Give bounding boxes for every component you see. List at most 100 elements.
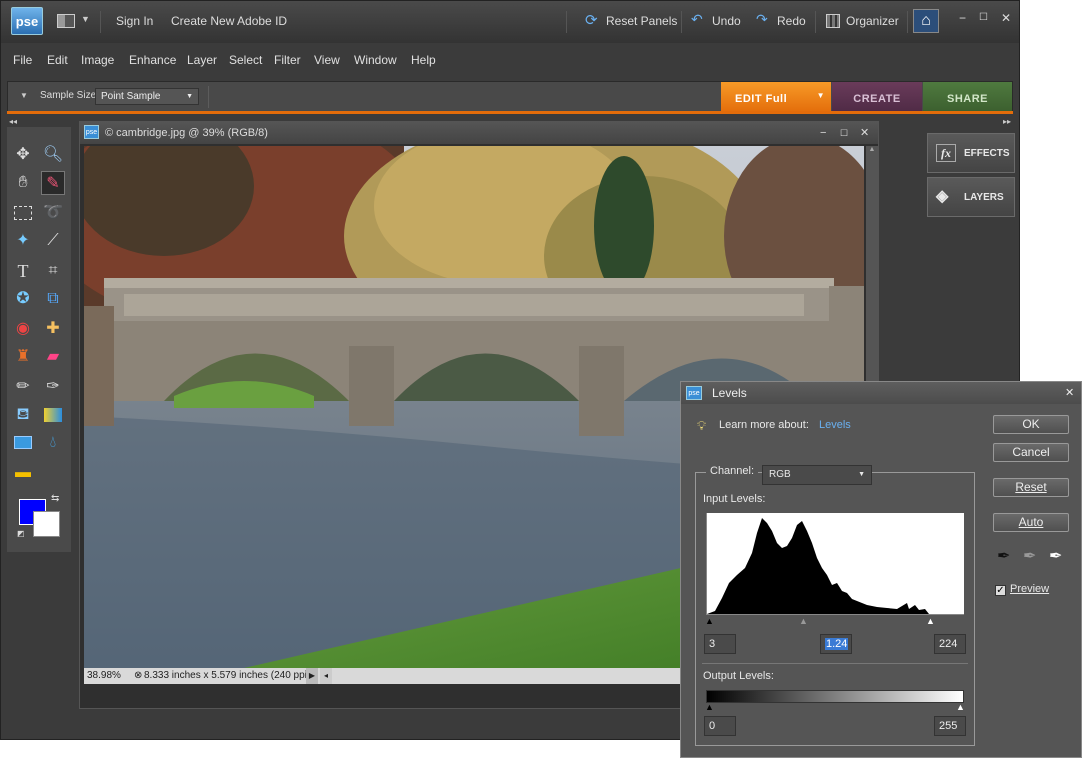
histogram [706, 513, 964, 615]
input-gamma-slider-icon[interactable]: ▲ [799, 616, 808, 626]
tab-share[interactable]: SHARE [923, 82, 1012, 113]
close-icon[interactable]: ✕ [860, 122, 869, 144]
reset-button[interactable]: Reset [993, 478, 1069, 497]
quick-selection-tool-icon[interactable]: ⟋ [41, 229, 65, 253]
output-black-slider-icon[interactable]: ▲ [705, 702, 714, 712]
recompose-tool-icon[interactable]: ⧉ [41, 287, 65, 311]
marquee-tool-icon[interactable] [11, 201, 35, 225]
organizer-button[interactable]: Organizer [846, 14, 899, 28]
zoom-readout[interactable]: 38.98% [87, 668, 121, 684]
gradient-tool-icon[interactable] [41, 403, 65, 427]
menu-view[interactable]: View [314, 53, 340, 67]
options-menu-icon[interactable]: ▼ [20, 91, 28, 100]
preview-checkbox[interactable]: ✓ [995, 585, 1006, 596]
menu-bar: File Edit Image Enhance Layer Select Fil… [1, 43, 1019, 79]
white-point-eyedropper-icon[interactable]: ✒ [1049, 546, 1062, 566]
organizer-icon[interactable] [826, 14, 840, 28]
levels-help-link[interactable]: Levels [819, 419, 851, 431]
menu-layer[interactable]: Layer [187, 53, 217, 67]
reset-panels-icon[interactable]: ⟳ [585, 11, 598, 29]
cookie-cutter-tool-icon[interactable]: ✪ [11, 287, 35, 311]
ok-button[interactable]: OK [993, 415, 1069, 434]
default-colors-icon[interactable]: ◩ [17, 529, 25, 538]
undo-button[interactable]: Undo [712, 14, 741, 28]
menu-help[interactable]: Help [411, 53, 436, 67]
chevron-down-icon: ▼ [186, 93, 193, 100]
lasso-tool-icon[interactable]: ➰ [41, 201, 65, 225]
input-black-field[interactable]: 3 [704, 634, 736, 654]
move-tool-icon[interactable]: ✥ [11, 143, 35, 167]
channel-select[interactable]: RGB ▼ [762, 465, 872, 485]
channel-label: Channel: [706, 465, 759, 477]
paint-bucket-tool-icon[interactable]: ⛾ [11, 403, 35, 427]
cancel-button[interactable]: Cancel [993, 443, 1069, 462]
input-levels-label: Input Levels: [703, 493, 766, 505]
sign-in-link[interactable]: Sign In [116, 14, 153, 28]
pse-doc-icon: pse [686, 386, 702, 400]
maximize-icon[interactable]: ☐ [840, 122, 848, 144]
levels-dialog: pse Levels ✕ 💡︎ Learn more about: Levels… [680, 381, 1082, 758]
menu-filter[interactable]: Filter [274, 53, 301, 67]
output-black-field[interactable]: 0 [704, 716, 736, 736]
tab-create[interactable]: CREATE [832, 82, 922, 113]
magic-wand-tool-icon[interactable]: ✦ [11, 229, 35, 253]
histogram-graph [707, 518, 929, 614]
sample-size-select[interactable]: Point Sample ▼ [95, 88, 199, 105]
input-white-field[interactable]: 224 [934, 634, 966, 654]
menu-edit[interactable]: Edit [47, 53, 68, 67]
redo-button[interactable]: Redo [777, 14, 806, 28]
create-adobe-id-link[interactable]: Create New Adobe ID [171, 14, 287, 28]
menu-window[interactable]: Window [354, 53, 397, 67]
clone-stamp-tool-icon[interactable]: ♜ [11, 345, 35, 369]
reset-panels-button[interactable]: Reset Panels [606, 14, 677, 28]
hand-tool-icon[interactable]: ✋︎ [11, 171, 35, 195]
home-icon[interactable]: ⌂ [913, 9, 939, 33]
workspace-layout-icon[interactable] [57, 14, 75, 28]
healing-brush-tool-icon[interactable]: ✚ [41, 317, 65, 341]
redo-icon[interactable]: ↷ [756, 11, 768, 28]
input-white-slider-icon[interactable]: ▲ [926, 616, 935, 626]
menu-enhance[interactable]: Enhance [129, 53, 176, 67]
shape-tool-icon[interactable] [11, 431, 35, 455]
chevron-down-icon[interactable]: ▼ [81, 14, 90, 24]
smart-brush-tool-icon[interactable]: ✑ [41, 375, 65, 399]
eyedropper-tool-icon[interactable]: ✎ [41, 171, 65, 195]
sponge-tool-icon[interactable]: ▬ [11, 461, 35, 485]
close-icon[interactable]: ✕ [1001, 11, 1011, 25]
minimize-icon[interactable]: − [959, 11, 966, 25]
brush-tool-icon[interactable]: ✏ [11, 375, 35, 399]
gray-point-eyedropper-icon[interactable]: ✒ [1023, 546, 1036, 566]
minimize-icon[interactable]: − [820, 122, 826, 144]
layers-panel-button[interactable]: ◈ LAYERS [927, 177, 1015, 217]
output-white-slider-icon[interactable]: ▲ [956, 702, 965, 712]
effects-panel-button[interactable]: fx EFFECTS [927, 133, 1015, 173]
maximize-icon[interactable]: ☐ [979, 12, 988, 23]
blur-tool-icon[interactable]: 💧︎ [41, 431, 65, 455]
tab-edit-full[interactable]: EDIT Full ▼ [721, 82, 831, 113]
title-bar: pse ▼ Sign In Create New Adobe ID ⟳ Rese… [1, 1, 1019, 43]
type-tool-icon[interactable]: T [11, 259, 35, 283]
swap-colors-icon[interactable]: ⇆ [51, 493, 59, 504]
auto-button[interactable]: Auto [993, 513, 1069, 532]
status-menu-arrow-icon[interactable]: ▶ [306, 668, 318, 684]
undo-icon[interactable]: ↶ [691, 11, 703, 28]
scroll-left-icon[interactable]: ◂ [320, 668, 332, 684]
input-gamma-field[interactable]: 1.24 [820, 634, 852, 654]
eraser-tool-icon[interactable]: ▰ [41, 345, 65, 369]
menu-file[interactable]: File [13, 53, 32, 67]
scroll-up-icon[interactable]: ▲ [866, 146, 878, 158]
crop-tool-icon[interactable]: ⌗ [41, 259, 65, 283]
output-gradient-bar [706, 690, 964, 703]
output-white-field[interactable]: 255 [934, 716, 966, 736]
input-black-slider-icon[interactable]: ▲ [705, 616, 714, 626]
black-point-eyedropper-icon[interactable]: ✒ [997, 546, 1010, 566]
menu-select[interactable]: Select [229, 53, 262, 67]
red-eye-tool-icon[interactable]: ◉ [11, 317, 35, 341]
zoom-tool-icon[interactable]: 🔍︎ [41, 143, 65, 167]
sample-size-value: Point Sample [101, 91, 161, 102]
collapse-panels-icon[interactable]: ▸▸ [1003, 117, 1011, 126]
background-color-swatch[interactable] [33, 511, 60, 537]
collapse-tools-icon[interactable]: ◂◂ [9, 117, 17, 126]
menu-image[interactable]: Image [81, 53, 114, 67]
close-icon[interactable]: ✕ [1065, 382, 1074, 404]
